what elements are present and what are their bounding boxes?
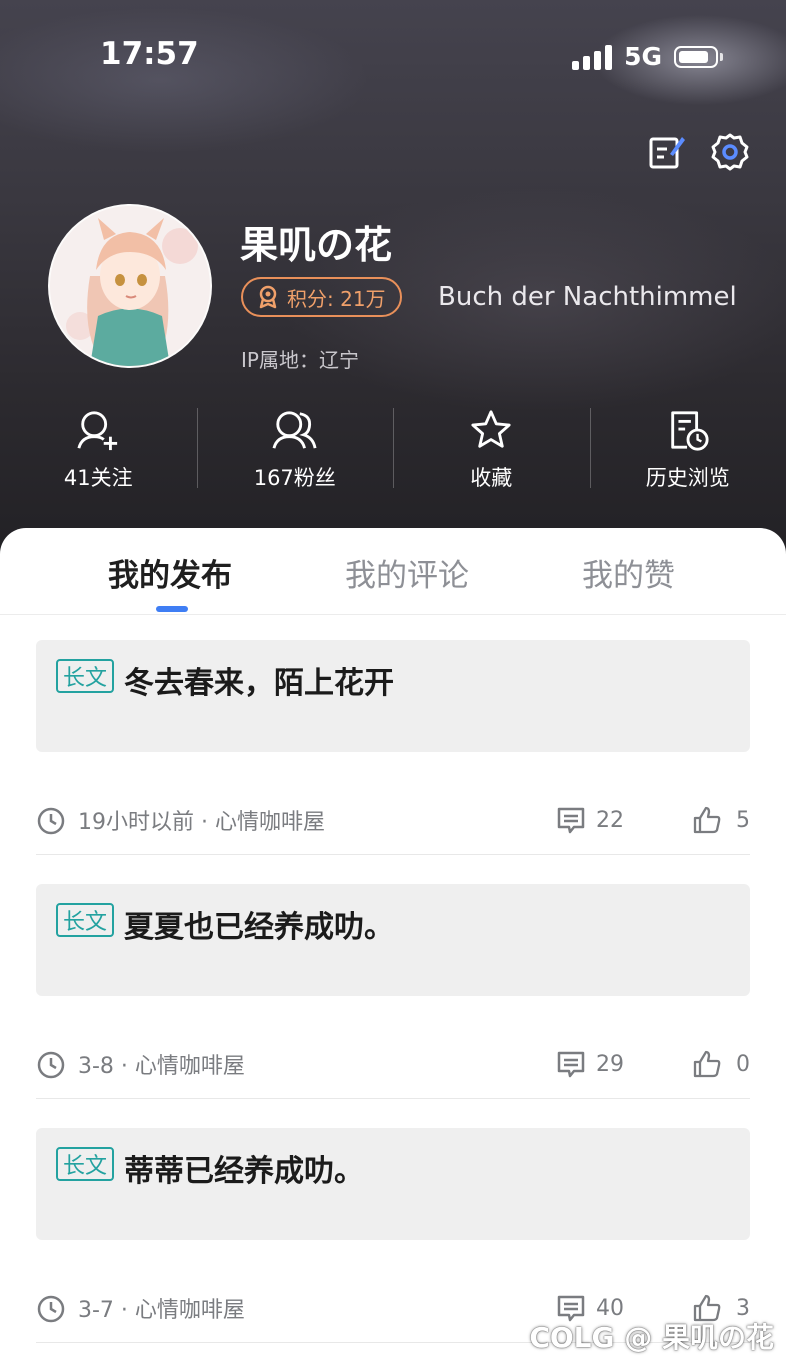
points-badge[interactable]: 积分: 21万 [241, 277, 402, 317]
like-count-value: 0 [736, 1051, 750, 1077]
active-tab-indicator [156, 606, 188, 612]
post-divider [36, 854, 750, 855]
status-time: 17:57 [100, 36, 199, 72]
stat-history[interactable]: 历史浏览 [589, 408, 786, 492]
post-card[interactable]: 长文 冬去春来，陌上花开 [36, 640, 750, 752]
like-count[interactable]: 0 [686, 1049, 750, 1079]
thumbs-up-icon [693, 806, 721, 834]
comment-icon [557, 807, 585, 834]
stat-following[interactable]: 41关注 [0, 408, 197, 492]
tab-my-posts[interactable]: 我的发布 [108, 550, 232, 595]
network-type: 5G [624, 42, 662, 71]
long-article-tag: 长文 [56, 903, 115, 937]
post-meta: 19小时以前 · 心情咖啡屋 22 5 [36, 800, 750, 840]
star-icon [471, 410, 511, 448]
history-icon [671, 411, 709, 451]
signal-icon [572, 44, 613, 70]
long-article-tag: 长文 [56, 1147, 115, 1181]
like-count-value: 5 [736, 807, 750, 833]
post-time-board: 3-7 · 心情咖啡屋 [78, 1298, 245, 1323]
avatar[interactable] [48, 204, 212, 368]
clock-icon [37, 807, 65, 835]
post-title: 夏夏也已经养成叻。 [124, 910, 394, 945]
tab-my-likes[interactable]: 我的赞 [582, 550, 675, 595]
tab-my-comments[interactable]: 我的评论 [345, 550, 469, 595]
thumbs-up-icon [693, 1050, 721, 1078]
status-indicators: 5G [572, 42, 723, 71]
like-count[interactable]: 5 [686, 805, 750, 835]
follow-icon [77, 411, 118, 451]
profile-stats: 41关注 167粉丝 收藏 历史浏览 [0, 408, 786, 492]
medal-title: Buch der Nachthimmel [438, 282, 737, 312]
long-article-tag: 长文 [56, 659, 115, 693]
comment-count[interactable]: 22 [556, 805, 686, 835]
comment-count[interactable]: 29 [556, 1049, 686, 1079]
fans-icon [272, 411, 317, 449]
post-divider [36, 1098, 750, 1099]
points-label: 积分: 21万 [287, 286, 386, 311]
profile-header: 17:57 5G 果叽の花 积分: 21万 Buch der Nachthimm… [0, 0, 786, 560]
clock-icon [37, 1295, 65, 1323]
post-meta: 3-8 · 心情咖啡屋 29 0 [36, 1044, 750, 1084]
post-title: 冬去春来，陌上花开 [124, 666, 394, 701]
stat-fans-label: 167粉丝 [253, 466, 336, 490]
stat-following-label: 41关注 [63, 466, 133, 490]
post-card[interactable]: 长文 夏夏也已经养成叻。 [36, 884, 750, 996]
post-item[interactable]: 长文 蒂蒂已经养成叻。 3-7 · 心情咖啡屋 40 3 [36, 1128, 750, 1344]
post-time-board: 3-8 · 心情咖啡屋 [78, 1054, 245, 1079]
post-title: 蒂蒂已经养成叻。 [124, 1154, 364, 1189]
comment-count-value: 29 [596, 1051, 624, 1077]
post-item[interactable]: 长文 夏夏也已经养成叻。 3-8 · 心情咖啡屋 29 0 [36, 884, 750, 1100]
content-sheet: 我的发布 我的评论 我的赞 长文 冬去春来，陌上花开 19小时以前 · 心情咖啡… [0, 528, 786, 1372]
medal-icon [259, 285, 277, 309]
post-item[interactable]: 长文 冬去春来，陌上花开 19小时以前 · 心情咖啡屋 22 5 [36, 640, 750, 856]
stat-history-label: 历史浏览 [645, 466, 730, 490]
edit-profile-icon[interactable] [646, 132, 686, 172]
stat-fans[interactable]: 167粉丝 [196, 408, 394, 492]
avatar-illustration [50, 206, 210, 366]
post-card[interactable]: 长文 蒂蒂已经养成叻。 [36, 1128, 750, 1240]
post-time-board: 19小时以前 · 心情咖啡屋 [78, 810, 325, 835]
stat-favorites[interactable]: 收藏 [393, 408, 590, 492]
ip-location: IP属地：辽宁 [241, 348, 359, 372]
tab-bar: 我的发布 我的评论 我的赞 [0, 528, 786, 615]
username: 果叽の花 [240, 223, 393, 267]
watermark: COLG @ 果叽の花 [529, 1321, 774, 1354]
stat-favorites-label: 收藏 [470, 466, 513, 490]
battery-icon [674, 45, 723, 68]
comment-icon [557, 1051, 585, 1078]
clock-icon [37, 1051, 65, 1079]
settings-gear-icon[interactable] [710, 132, 750, 172]
comment-count-value: 22 [596, 807, 624, 833]
